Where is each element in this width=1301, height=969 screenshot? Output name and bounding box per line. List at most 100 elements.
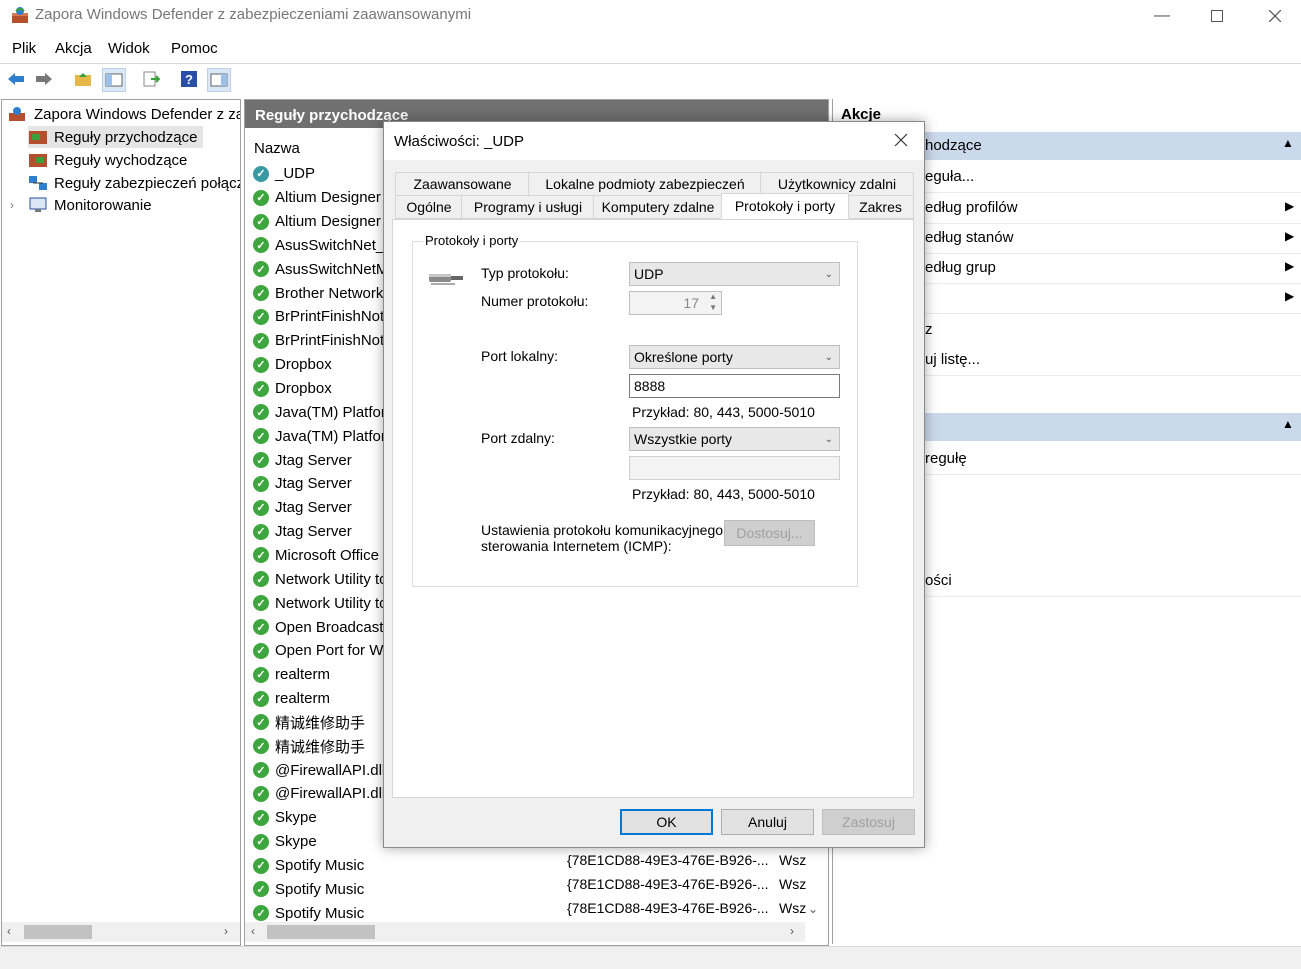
show-action-pane-icon[interactable] (207, 68, 231, 92)
rule-row[interactable]: ✓ @FirewallAPI.dll,- (253, 782, 394, 806)
title-bar: Zapora Windows Defender z zabezpieczenia… (0, 0, 1301, 32)
enabled-check-icon: ✓ (253, 690, 269, 707)
rule-row[interactable]: ✓ realterm (253, 687, 330, 711)
minimize-button[interactable]: — (1139, 0, 1185, 32)
rule-row[interactable]: ✓ Open Port for Wo (253, 639, 391, 663)
tree-item-inbound-rules[interactable]: Reguły przychodzące (28, 126, 204, 148)
stepper-up-icon[interactable]: ▲ (709, 292, 717, 301)
tree-horizontal-scrollbar[interactable]: ‹ › (2, 922, 240, 942)
back-icon[interactable] (5, 68, 27, 90)
rule-row[interactable]: ✓ Jtag Server (253, 448, 352, 472)
protocol-type-select[interactable]: UDP ⌄ (629, 262, 840, 286)
tree-root[interactable]: Zapora Windows Defender z zab (8, 103, 240, 125)
enabled-check-icon: ✓ (253, 523, 269, 540)
local-port-select[interactable]: Określone porty ⌄ (629, 345, 840, 369)
chevron-down-icon: ⌄ (824, 433, 833, 445)
help-icon[interactable]: ? (178, 68, 200, 90)
collapse-up-icon[interactable]: ▲ (1282, 417, 1294, 431)
spotify-group-cell: {78E1CD88-49E3-476E-B926-... (567, 876, 769, 892)
column-name-header[interactable]: Nazwa (254, 140, 300, 157)
close-window-button[interactable] (1252, 0, 1298, 32)
scroll-left-icon[interactable]: ‹ (7, 924, 11, 938)
rule-row[interactable]: ✓ Java(TM) Platform (253, 401, 398, 425)
menu-akcja[interactable]: Akcja (55, 40, 92, 57)
tab-scope[interactable]: Zakres (847, 195, 914, 219)
enabled-check-icon: ✓ (253, 213, 269, 230)
submenu-arrow-icon: ▶ (1285, 259, 1295, 273)
rule-row[interactable]: ✓ AsusSwitchNetM (253, 257, 388, 281)
local-port-input[interactable] (629, 374, 840, 398)
tree-item-monitoring[interactable]: › Monitorowanie (10, 194, 152, 216)
collapse-up-icon[interactable]: ▲ (1282, 136, 1294, 150)
rule-row[interactable]: ✓ Spotify Music (253, 901, 364, 925)
scroll-thumb[interactable] (267, 925, 375, 939)
rule-row[interactable]: ✓ _UDP (253, 162, 315, 186)
rule-row[interactable]: ✓ Spotify Music (253, 878, 364, 902)
rule-row[interactable]: ✓ Dropbox (253, 353, 332, 377)
export-list-icon[interactable] (140, 68, 162, 90)
forward-icon[interactable] (33, 68, 55, 90)
maximize-button[interactable] (1194, 0, 1240, 32)
rule-row[interactable]: ✓ Network Utility to (253, 591, 388, 615)
rule-row[interactable]: ✓ Jtag Server (253, 496, 352, 520)
rule-name: realterm (275, 666, 331, 684)
tab-protocols-ports[interactable]: Protokoły i porty (721, 193, 849, 219)
rule-row[interactable]: ✓ Altium Designer (253, 186, 381, 210)
rule-row[interactable]: ✓ Jtag Server (253, 472, 352, 496)
tree-item-connection-security-rules[interactable]: Reguły zabezpieczeń połącz (28, 172, 240, 194)
menu-widok[interactable]: Widok (108, 40, 150, 57)
icmp-label-line1: Ustawienia protokołu komunikacyjnego (481, 522, 724, 538)
rule-row[interactable]: ✓ Network Utility to (253, 567, 388, 591)
rule-name: AsusSwitchNet_5 (275, 236, 393, 254)
protocol-number-stepper[interactable]: 17 ▲ ▼ (629, 291, 722, 315)
action-label: regułę (925, 450, 967, 467)
customize-button[interactable]: Dostosuj... (724, 520, 815, 546)
action-label: eguła... (925, 168, 975, 185)
tab-general[interactable]: Ogólne (395, 195, 463, 219)
expand-chevron-icon[interactable]: › (10, 198, 28, 212)
rule-row[interactable]: ✓ Jtag Server (253, 520, 352, 544)
enabled-check-icon: ✓ (253, 666, 269, 683)
folder-up-icon[interactable] (72, 68, 94, 90)
remote-port-input[interactable] (629, 456, 840, 480)
show-hide-tree-icon[interactable] (102, 68, 126, 92)
scroll-down-icon[interactable]: ⌄ (808, 902, 818, 916)
rule-row[interactable]: ✓ realterm (253, 663, 330, 687)
apply-button[interactable]: Zastosuj (822, 809, 915, 835)
group-title: Protokoły i porty (423, 233, 521, 248)
rule-row[interactable]: ✓ Java(TM) Platform (253, 424, 398, 448)
rule-row[interactable]: ✓ Skype (253, 830, 317, 854)
dialog-close-icon[interactable] (894, 133, 908, 150)
rule-name: @FirewallAPI.dll,- (275, 785, 395, 803)
tab-remote-computers[interactable]: Komputery zdalne (593, 195, 723, 219)
stepper-down-icon[interactable]: ▼ (709, 303, 717, 312)
cancel-button[interactable]: Anuluj (721, 809, 814, 835)
tab-advanced[interactable]: Zaawansowane (395, 172, 530, 196)
remote-port-select[interactable]: Wszystkie porty ⌄ (629, 427, 840, 451)
ok-button[interactable]: OK (620, 809, 713, 835)
rule-row[interactable]: ✓ 精诚维修助手 (253, 734, 365, 758)
menu-pomoc[interactable]: Pomoc (171, 40, 218, 57)
rule-row[interactable]: ✓ Brother Network (253, 281, 383, 305)
spotify-profile-cell: Wsz (779, 900, 807, 916)
rule-row[interactable]: ✓ BrPrintFinishNoti (253, 329, 388, 353)
tree-item-outbound-rules[interactable]: Reguły wychodzące (28, 149, 187, 171)
rule-row[interactable]: ✓ Altium Designer (253, 210, 381, 234)
rule-row[interactable]: ✓ Dropbox (253, 377, 332, 401)
rule-row[interactable]: ✓ AsusSwitchNet_5 (253, 234, 393, 258)
rule-row[interactable]: ✓ @FirewallAPI.dll,- (253, 758, 394, 782)
rule-row[interactable]: ✓ BrPrintFinishNoti (253, 305, 388, 329)
scroll-left-icon[interactable]: ‹ (251, 924, 255, 938)
monitoring-icon (28, 197, 48, 213)
rule-row[interactable]: ✓ 精诚维修助手 (253, 711, 365, 735)
scroll-right-icon[interactable]: › (790, 924, 794, 938)
rule-row[interactable]: ✓ Spotify Music (253, 854, 364, 878)
tree-item-label: Reguły wychodzące (54, 151, 188, 169)
tab-programs-services[interactable]: Programy i usługi (461, 195, 595, 219)
rule-row[interactable]: ✓ Microsoft Office (253, 544, 379, 568)
menu-plik[interactable]: Plik (12, 40, 36, 57)
scroll-thumb[interactable] (24, 925, 92, 939)
scroll-right-icon[interactable]: › (224, 924, 228, 938)
rule-row[interactable]: ✓ Skype (253, 806, 317, 830)
rule-row[interactable]: ✓ Open Broadcast (253, 615, 383, 639)
